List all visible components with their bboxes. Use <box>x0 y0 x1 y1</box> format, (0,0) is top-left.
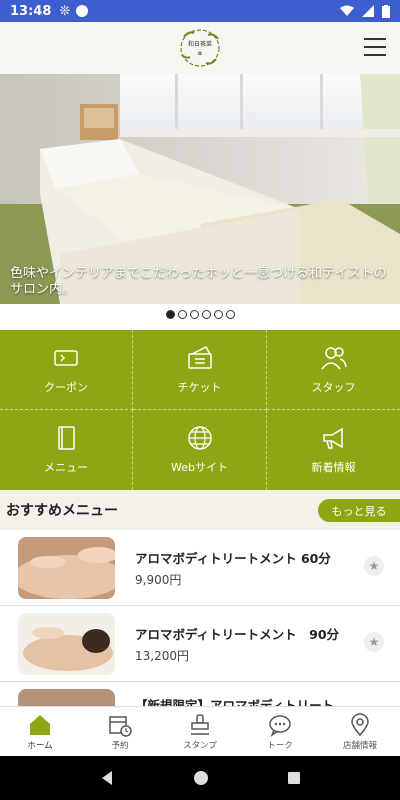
nav-store-info-label: 店舗情報 <box>342 740 377 751</box>
battery-icon <box>382 4 390 18</box>
grid-menu-label: メニュー <box>44 461 88 474</box>
coupon-icon <box>54 349 78 366</box>
grid-news-button[interactable]: 新着情報 <box>267 410 400 490</box>
slide-dot-5[interactable] <box>213 310 223 319</box>
grid-ticket-label: チケット <box>177 380 222 394</box>
location-icon <box>351 712 369 736</box>
recommended-title: おすすめメニュー <box>6 503 118 519</box>
calendar-icon <box>109 715 132 737</box>
menu-book-icon <box>58 426 75 450</box>
slide-dot-4[interactable] <box>201 310 211 319</box>
home-icon <box>30 714 50 735</box>
grid-coupon-button[interactable]: クーポン <box>0 330 133 410</box>
menu-item-name: アロマボディトリートメント 60分 <box>135 550 331 566</box>
hero-slider[interactable]: 色味やインテリアまでこだわったホッと一息つける和テイストのサロン内。 <box>0 74 400 304</box>
menu-item[interactable]: 【新規限定】アロマボディトリート <box>0 682 400 706</box>
hamburger-menu-button[interactable] <box>364 36 386 58</box>
back-icon[interactable] <box>99 770 115 786</box>
menu-item-name: アロマボディトリートメント 90分 <box>135 626 340 642</box>
nav-store-info[interactable]: 店舗情報 <box>320 707 400 756</box>
star-icon[interactable]: ★ <box>364 632 384 652</box>
menu-item-thumbnail <box>18 688 115 706</box>
menu-item-thumbnail <box>18 612 115 675</box>
recommended-menu-list: アロマボディトリートメント 60分 9,900円 ★ アロマボディトリートメント… <box>0 530 400 706</box>
menu-item-price: 13,200円 <box>135 648 189 663</box>
recommended-section-header: おすすめメニュー もっと見る <box>0 490 400 530</box>
system-navigation-bar <box>0 756 400 800</box>
svg-text:和日茶菜: 和日茶菜 <box>188 40 212 48</box>
grid-news-label: 新着情報 <box>311 461 356 474</box>
menu-item[interactable]: アロマボディトリートメント 90分 13,200円 ★ <box>0 606 400 682</box>
recents-icon[interactable] <box>287 771 301 785</box>
app-header: 和日茶菜 ✿ <box>0 22 400 74</box>
signal-icon <box>362 5 374 17</box>
menu-item-price: 9,900円 <box>135 572 182 587</box>
hero-caption: 色味やインテリアまでこだわったホッと一息つける和テイストのサロン内。 <box>10 266 387 297</box>
grid-staff-button[interactable]: スタッフ <box>267 330 400 410</box>
nav-stamp[interactable]: スタンプ <box>160 707 240 756</box>
ticket-icon <box>187 345 212 369</box>
nav-talk[interactable]: トーク <box>240 707 320 756</box>
grid-staff-label: スタッフ <box>311 380 356 394</box>
grid-coupon-label: クーポン <box>44 380 88 394</box>
grid-ticket-button[interactable]: チケット <box>133 330 267 410</box>
home-circle-icon[interactable] <box>193 770 209 786</box>
slide-dot-1[interactable] <box>165 310 175 319</box>
see-more-button[interactable]: もっと見る <box>318 499 400 522</box>
slider-pagination[interactable] <box>0 310 400 322</box>
slide-dot-2[interactable] <box>177 310 187 319</box>
grid-menu-button[interactable]: メニュー <box>0 410 133 490</box>
salon-logo: 和日茶菜 ✿ <box>180 29 220 67</box>
grid-website-label: Webサイト <box>171 461 228 474</box>
wifi-icon <box>340 5 354 16</box>
staff-icon <box>320 346 347 369</box>
globe-icon <box>187 426 212 450</box>
svg-text:✿: ✿ <box>198 51 202 57</box>
nav-reservation[interactable]: 予約 <box>80 707 160 756</box>
nav-talk-label: トーク <box>267 740 293 751</box>
nav-home[interactable]: ホーム <box>0 707 80 756</box>
slide-dot-6[interactable] <box>225 310 235 319</box>
menu-item[interactable]: アロマボディトリートメント 60分 9,900円 ★ <box>0 530 400 606</box>
stamp-icon <box>191 713 209 735</box>
app-notification-icon <box>76 5 89 17</box>
chat-icon <box>269 714 291 737</box>
grid-website-button[interactable]: Webサイト <box>133 410 267 490</box>
nav-stamp-label: スタンプ <box>183 740 217 751</box>
feature-grid: クーポン チケット スタッフ メニュー Webサイト 新着情報 <box>0 330 400 490</box>
nav-reservation-label: 予約 <box>111 740 129 751</box>
menu-item-thumbnail <box>18 536 115 599</box>
menu-item-name: 【新規限定】アロマボディトリート <box>135 698 335 706</box>
bottom-navigation: ホーム 予約 スタンプ トーク 店舗情報 <box>0 706 400 756</box>
megaphone-icon <box>322 427 343 449</box>
status-bar: 13:48 ❊ <box>0 0 400 22</box>
nav-home-label: ホーム <box>27 740 53 751</box>
slide-dot-3[interactable] <box>189 310 199 319</box>
notification-icon: ❊ <box>59 3 71 19</box>
star-icon[interactable]: ★ <box>364 556 384 576</box>
status-time: 13:48 <box>10 3 52 19</box>
